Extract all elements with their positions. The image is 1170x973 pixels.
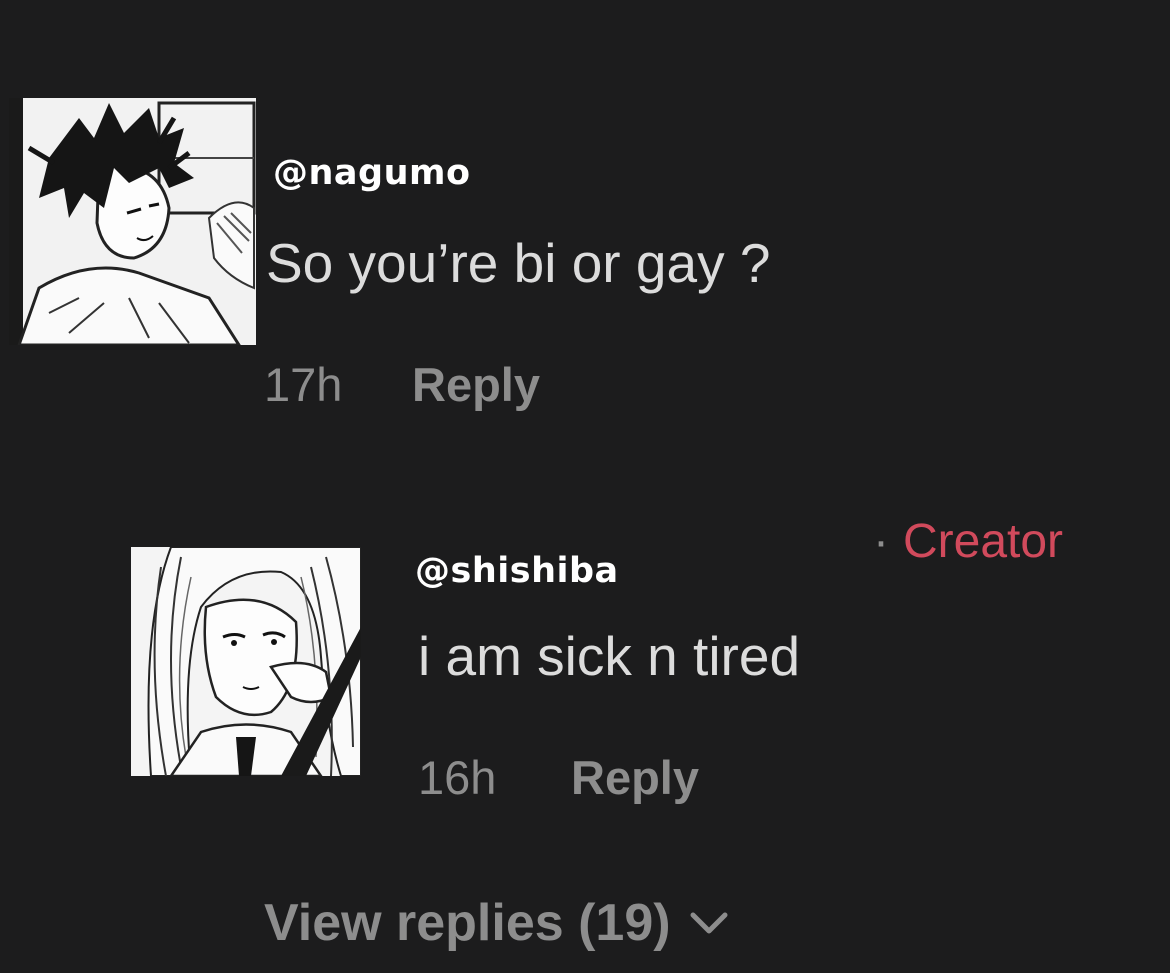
comment-text: So you’re bi or gay ? <box>266 232 771 294</box>
creator-badge: · Creator <box>873 514 1063 569</box>
comment-username[interactable]: @shishiba <box>415 551 619 591</box>
reply-button[interactable]: Reply <box>412 357 540 412</box>
avatar[interactable] <box>131 547 361 776</box>
view-replies-label: View replies (19) <box>264 894 671 952</box>
avatar-manga-dark-hair-icon <box>9 98 256 345</box>
reply-button[interactable]: Reply <box>571 750 699 805</box>
comment-text: i am sick n tired <box>418 625 801 687</box>
comment-timestamp: 16h <box>418 751 497 804</box>
avatar[interactable] <box>9 98 256 345</box>
creator-label: Creator <box>902 515 1064 568</box>
avatar-manga-long-hair-icon <box>131 547 361 776</box>
comment-timestamp: 17h <box>264 358 343 411</box>
view-replies-button[interactable]: View replies (19) <box>264 893 731 953</box>
badge-separator: · <box>873 515 889 568</box>
comment-username[interactable]: @nagumo <box>273 153 471 193</box>
chevron-down-icon <box>690 912 728 934</box>
